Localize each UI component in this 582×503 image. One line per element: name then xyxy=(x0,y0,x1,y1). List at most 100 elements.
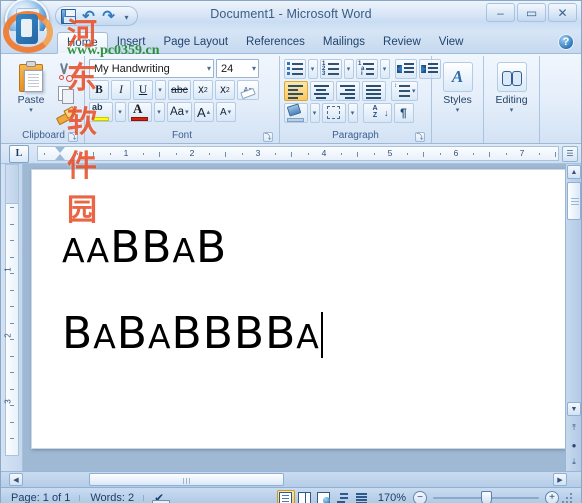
superscript-button[interactable]: x2 xyxy=(214,80,235,100)
font-size-chevron-down-icon[interactable]: ▾ xyxy=(249,64,256,73)
tab-references[interactable]: References xyxy=(237,31,314,53)
clipboard-dialog-launcher[interactable]: ⤵ xyxy=(68,132,78,142)
show-formatting-marks-button[interactable]: ¶ xyxy=(393,103,414,123)
editing-button[interactable]: Editing ▾ xyxy=(490,59,534,114)
italic-button[interactable]: I xyxy=(111,80,131,100)
font-name-input[interactable]: My Handwriting ▾ xyxy=(89,59,214,78)
ruler-end-button[interactable]: ☰ xyxy=(562,145,578,162)
ribbon-group-font: My Handwriting ▾ 24 ▾ B I U ▾ abc x2 x2 xyxy=(85,56,280,143)
vertical-scroll-thumb[interactable] xyxy=(567,182,581,220)
hanging-indent-marker[interactable] xyxy=(55,154,65,160)
styles-caret-icon[interactable]: ▾ xyxy=(456,107,460,114)
paragraph-dialog-launcher[interactable]: ⤵ xyxy=(415,132,425,142)
strikethrough-button[interactable]: abc xyxy=(168,80,191,100)
close-button[interactable]: ✕ xyxy=(548,3,577,22)
font-name-chevron-down-icon[interactable]: ▾ xyxy=(204,64,211,73)
paste-button[interactable]: Paste ▾ xyxy=(7,59,55,114)
next-page-button[interactable]: ⤓ xyxy=(568,456,580,468)
web-layout-view-button[interactable] xyxy=(315,490,333,503)
tab-mailings[interactable]: Mailings xyxy=(314,31,374,53)
full-screen-reading-view-button[interactable] xyxy=(296,490,314,503)
tab-home[interactable]: Home xyxy=(57,32,108,54)
font-color-label: A xyxy=(133,101,143,116)
editing-caret-icon[interactable]: ▾ xyxy=(510,107,514,114)
tab-page-layout[interactable]: Page Layout xyxy=(154,31,237,53)
ruler-track[interactable]: 1 2 3 4 5 6 7 xyxy=(37,146,559,161)
align-left-button[interactable] xyxy=(284,81,308,101)
format-painter-icon[interactable] xyxy=(55,105,75,125)
font-dialog-launcher[interactable]: ⤵ xyxy=(263,132,273,142)
shading-chevron-down-icon[interactable]: ▾ xyxy=(310,103,320,123)
first-line-indent-marker[interactable] xyxy=(55,147,65,153)
previous-page-button[interactable]: ⤒ xyxy=(568,422,580,434)
borders-chevron-down-icon[interactable]: ▾ xyxy=(348,103,358,123)
numbering-button[interactable]: 123 xyxy=(320,59,342,79)
align-center-button[interactable] xyxy=(310,81,334,101)
decrease-indent-button[interactable] xyxy=(395,59,417,79)
print-layout-view-button[interactable] xyxy=(276,489,295,503)
change-case-chevron-down-icon[interactable]: ▾ xyxy=(184,108,189,116)
font-style-row: B I U ▾ abc x2 x2 Aa xyxy=(89,80,259,100)
grow-font-button[interactable]: A ▴ xyxy=(193,102,214,122)
subscript-button[interactable]: x2 xyxy=(192,80,213,100)
vertical-scrollbar[interactable]: ▲ ▼ ⤒ ● ⤓ xyxy=(565,164,581,471)
font-size-input[interactable]: 24 ▾ xyxy=(216,59,259,78)
sort-button[interactable]: A Z ↓ xyxy=(363,103,392,123)
zoom-slider[interactable] xyxy=(433,491,539,503)
bullets-chevron-down-icon[interactable]: ▾ xyxy=(308,59,318,79)
zoom-slider-thumb[interactable] xyxy=(481,491,492,503)
draft-view-button[interactable] xyxy=(353,490,371,503)
font-color-chevron-down-icon[interactable]: ▾ xyxy=(154,102,165,122)
tab-insert[interactable]: Insert xyxy=(108,31,155,53)
copy-icon[interactable] xyxy=(55,83,75,104)
justify-button[interactable] xyxy=(362,81,386,101)
horizontal-scroll-thumb[interactable] xyxy=(89,473,284,486)
status-word-count[interactable]: Words: 2 xyxy=(80,492,145,503)
styles-button[interactable]: A Styles ▾ xyxy=(436,59,479,114)
vertical-ruler-top-margin xyxy=(5,164,19,204)
bullets-button[interactable] xyxy=(284,59,306,79)
highlight-chevron-down-icon[interactable]: ▾ xyxy=(115,102,126,122)
cut-icon[interactable] xyxy=(55,61,75,82)
multilevel-list-button[interactable]: 1ai xyxy=(356,59,378,79)
font-color-button[interactable]: A xyxy=(128,102,152,122)
tab-review[interactable]: Review xyxy=(374,31,430,53)
zoom-out-button[interactable]: − xyxy=(413,491,427,503)
vertical-ruler[interactable]: 1 2 3 xyxy=(1,164,23,471)
document-glyph: B xyxy=(141,222,173,273)
document-page[interactable]: AABBAB BABABBBBA xyxy=(31,169,565,449)
help-icon[interactable]: ? xyxy=(558,34,574,50)
change-case-button[interactable]: Aa ▾ xyxy=(167,102,192,122)
line-spacing-chevron-down-icon[interactable]: ▾ xyxy=(411,87,416,95)
scroll-right-button[interactable]: ▶ xyxy=(553,473,567,486)
scroll-down-button[interactable]: ▼ xyxy=(567,402,581,416)
underline-chevron-down-icon[interactable]: ▾ xyxy=(155,80,166,100)
minimize-button[interactable]: – xyxy=(486,3,515,22)
shading-button[interactable] xyxy=(284,103,308,123)
text-highlight-button[interactable]: ab xyxy=(89,102,113,122)
multilevel-chevron-down-icon[interactable]: ▾ xyxy=(380,59,390,79)
resize-grip[interactable] xyxy=(560,491,574,503)
scroll-left-button[interactable]: ◀ xyxy=(9,473,23,486)
document-scroll-area[interactable]: AABBAB BABABBBBA xyxy=(23,164,565,471)
proofing-errors-icon[interactable] xyxy=(150,491,172,503)
line-spacing-button[interactable]: ↕ ▾ xyxy=(391,81,418,101)
shrink-font-button[interactable]: A ▾ xyxy=(215,102,236,122)
status-page-number[interactable]: Page: 1 of 1 xyxy=(1,492,81,503)
zoom-in-button[interactable]: + xyxy=(545,491,559,503)
horizontal-scrollbar[interactable]: ◀ ▶ xyxy=(1,471,581,487)
tab-view[interactable]: View xyxy=(430,31,473,53)
numbering-chevron-down-icon[interactable]: ▾ xyxy=(344,59,354,79)
bold-button[interactable]: B xyxy=(89,80,109,100)
borders-button[interactable] xyxy=(322,103,346,123)
underline-button[interactable]: U xyxy=(133,80,153,100)
clear-formatting-button[interactable]: Aa xyxy=(236,80,259,100)
tab-stop-selector[interactable]: L xyxy=(9,144,29,163)
outline-view-button[interactable] xyxy=(334,490,352,503)
zoom-level-label[interactable]: 170% xyxy=(372,492,412,503)
select-browse-object-button[interactable]: ● xyxy=(568,439,580,451)
maximize-button[interactable]: ▭ xyxy=(517,3,546,22)
paste-caret-icon[interactable]: ▾ xyxy=(29,107,33,114)
scroll-up-button[interactable]: ▲ xyxy=(567,165,581,179)
align-right-button[interactable] xyxy=(336,81,360,101)
